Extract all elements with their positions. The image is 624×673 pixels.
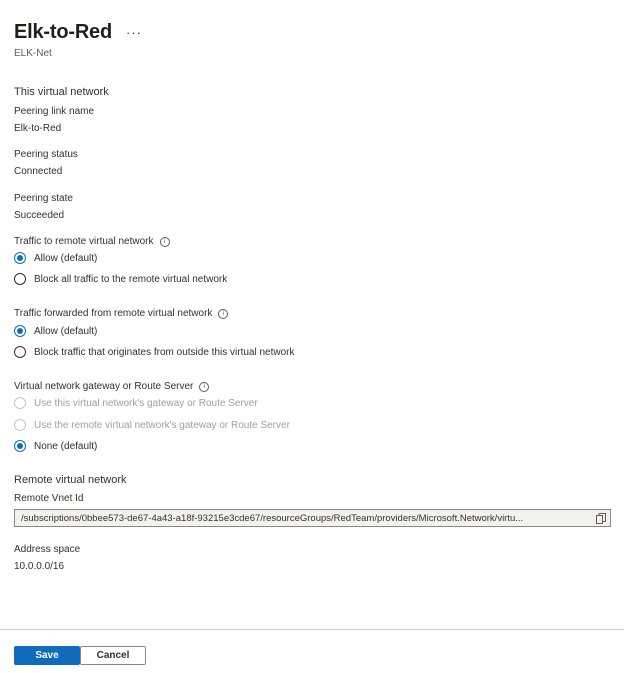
radio-button-disabled bbox=[14, 397, 26, 409]
radio-traffic-to-remote-allow[interactable]: Allow (default) bbox=[14, 251, 97, 265]
peering-link-name-value: Elk-to-Red bbox=[14, 123, 62, 134]
address-space-label: Address space bbox=[14, 544, 81, 555]
cancel-button[interactable]: Cancel bbox=[80, 646, 146, 665]
remote-vnet-id-label: Remote Vnet Id bbox=[14, 493, 84, 504]
radio-gateway-use-remote: Use the remote virtual network's gateway… bbox=[14, 418, 290, 432]
info-icon[interactable]: i bbox=[218, 309, 229, 319]
radio-traffic-to-remote-block[interactable]: Block all traffic to the remote virtual … bbox=[14, 272, 227, 286]
radio-label: Allow (default) bbox=[34, 325, 98, 337]
info-icon[interactable]: i bbox=[199, 382, 210, 392]
page-subtitle: ELK-Net bbox=[14, 48, 52, 59]
radio-button-selected[interactable] bbox=[14, 252, 26, 264]
radio-label: Allow (default) bbox=[34, 252, 98, 264]
radio-button[interactable] bbox=[14, 346, 26, 358]
info-icon[interactable]: i bbox=[159, 237, 170, 247]
radio-label: Use the remote virtual network's gateway… bbox=[34, 419, 290, 431]
radio-gateway-use-this: Use this virtual network's gateway or Ro… bbox=[14, 396, 258, 410]
peering-status-label: Peering status bbox=[14, 149, 78, 160]
radio-label: Use this virtual network's gateway or Ro… bbox=[34, 397, 258, 409]
gateway-label-text: Virtual network gateway or Route Server bbox=[14, 381, 194, 392]
remote-vnet-id-field[interactable]: /subscriptions/0bbee573-de67-4a43-a18f-9… bbox=[14, 509, 611, 527]
radio-traffic-forwarded-block[interactable]: Block traffic that originates from outsi… bbox=[14, 345, 294, 359]
radio-label: Block all traffic to the remote virtual … bbox=[34, 273, 228, 285]
radio-gateway-none[interactable]: None (default) bbox=[14, 439, 97, 453]
save-button[interactable]: Save bbox=[14, 646, 80, 665]
peering-state-value: Succeeded bbox=[14, 210, 65, 221]
traffic-forwarded-label-text: Traffic forwarded from remote virtual ne… bbox=[14, 308, 213, 319]
page-title: Elk-to-Red bbox=[14, 21, 113, 43]
traffic-forwarded-label: Traffic forwarded from remote virtual ne… bbox=[14, 308, 229, 319]
radio-button-selected[interactable] bbox=[14, 440, 26, 452]
radio-button-selected[interactable] bbox=[14, 325, 26, 337]
this-vnet-heading: This virtual network bbox=[14, 86, 109, 98]
remote-vnet-id-value: /subscriptions/0bbee573-de67-4a43-a18f-9… bbox=[21, 513, 524, 524]
peering-link-name-label: Peering link name bbox=[14, 106, 95, 117]
copy-icon[interactable] bbox=[596, 513, 606, 524]
peering-status-value: Connected bbox=[14, 166, 63, 177]
traffic-to-remote-label-text: Traffic to remote virtual network bbox=[14, 236, 154, 247]
peering-details-page: Elk-to-Red ··· ELK-Net This virtual netw… bbox=[0, 0, 624, 673]
radio-button-disabled bbox=[14, 419, 26, 431]
more-options-icon[interactable]: ··· bbox=[126, 25, 142, 40]
address-space-value: 10.0.0.0/16 bbox=[14, 561, 65, 572]
radio-traffic-forwarded-allow[interactable]: Allow (default) bbox=[14, 324, 97, 338]
footer-divider bbox=[0, 629, 624, 630]
remote-vnet-heading: Remote virtual network bbox=[14, 474, 127, 486]
gateway-label: Virtual network gateway or Route Server i bbox=[14, 381, 210, 392]
radio-label: Block traffic that originates from outsi… bbox=[34, 346, 295, 358]
peering-state-label: Peering state bbox=[14, 193, 73, 204]
radio-button[interactable] bbox=[14, 273, 26, 285]
traffic-to-remote-label: Traffic to remote virtual network i bbox=[14, 236, 170, 247]
radio-label: None (default) bbox=[34, 440, 98, 452]
